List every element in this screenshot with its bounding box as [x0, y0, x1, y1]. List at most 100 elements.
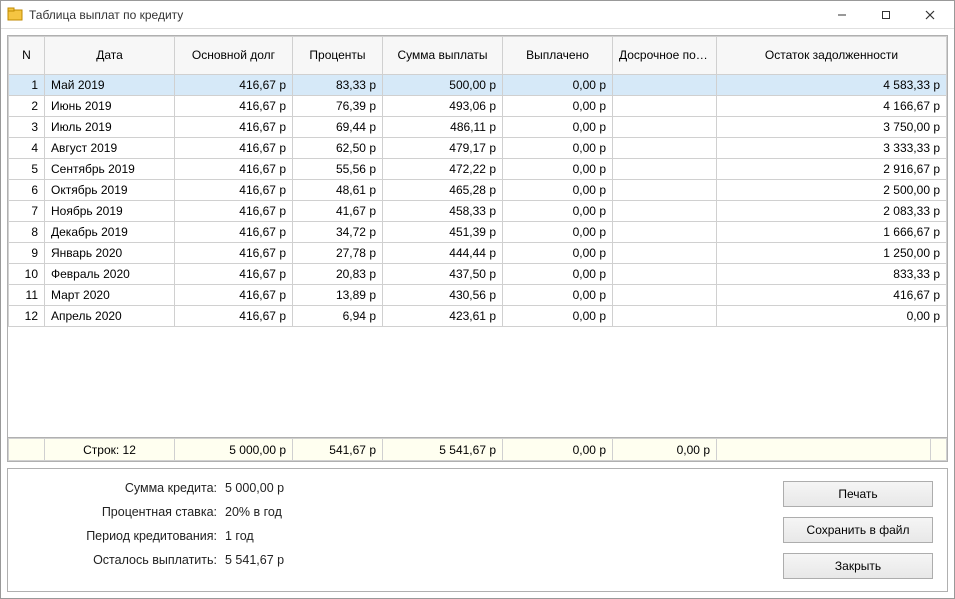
cell-payment: 437,50 р [383, 264, 503, 285]
cell-principal: 416,67 р [175, 201, 293, 222]
cell-principal: 416,67 р [175, 264, 293, 285]
col-interest[interactable]: Проценты [293, 37, 383, 75]
cell-n: 6 [9, 180, 45, 201]
cell-paid: 0,00 р [503, 180, 613, 201]
cell-n: 12 [9, 306, 45, 327]
cell-balance: 2 083,33 р [717, 201, 947, 222]
totals-paid: 0,00 р [503, 439, 613, 461]
close-dialog-button[interactable]: Закрыть [783, 553, 933, 579]
totals-row: Строк: 12 5 000,00 р 541,67 р 5 541,67 р… [9, 439, 947, 461]
window-buttons [820, 2, 952, 28]
cell-early [613, 306, 717, 327]
cell-payment: 479,17 р [383, 138, 503, 159]
cell-date: Март 2020 [45, 285, 175, 306]
cell-interest: 55,56 р [293, 159, 383, 180]
cell-principal: 416,67 р [175, 306, 293, 327]
cell-balance: 2 916,67 р [717, 159, 947, 180]
table-row[interactable]: 7Ноябрь 2019416,67 р41,67 р458,33 р0,00 … [9, 201, 947, 222]
amount-value: 5 000,00 р [225, 481, 763, 495]
cell-interest: 69,44 р [293, 117, 383, 138]
cell-n: 7 [9, 201, 45, 222]
col-early[interactable]: Досрочное погашение [613, 37, 717, 75]
col-balance[interactable]: Остаток задолженности [717, 37, 947, 75]
cell-principal: 416,67 р [175, 138, 293, 159]
cell-early [613, 180, 717, 201]
cell-date: Июль 2019 [45, 117, 175, 138]
table-row[interactable]: 12Апрель 2020416,67 р6,94 р423,61 р0,00 … [9, 306, 947, 327]
close-button[interactable] [908, 2, 952, 28]
cell-n: 5 [9, 159, 45, 180]
col-paid[interactable]: Выплачено [503, 37, 613, 75]
maximize-button[interactable] [864, 2, 908, 28]
cell-early [613, 75, 717, 96]
cell-n: 8 [9, 222, 45, 243]
cell-balance: 0,00 р [717, 306, 947, 327]
cell-n: 1 [9, 75, 45, 96]
cell-balance: 416,67 р [717, 285, 947, 306]
cell-balance: 1 666,67 р [717, 222, 947, 243]
cell-payment: 430,56 р [383, 285, 503, 306]
cell-principal: 416,67 р [175, 222, 293, 243]
table-row[interactable]: 1Май 2019416,67 р83,33 р500,00 р0,00 р4 … [9, 75, 947, 96]
payments-table: N Дата Основной долг Проценты Сумма выпл… [8, 36, 947, 327]
remaining-label: Осталось выплатить: [52, 553, 217, 567]
window-title: Таблица выплат по кредиту [29, 8, 820, 22]
cell-interest: 27,78 р [293, 243, 383, 264]
payments-grid: N Дата Основной долг Проценты Сумма выпл… [7, 35, 948, 462]
cell-balance: 1 250,00 р [717, 243, 947, 264]
summary-info: Сумма кредита: 5 000,00 р Процентная ста… [22, 481, 763, 567]
window: Таблица выплат по кредиту [0, 0, 955, 599]
cell-early [613, 138, 717, 159]
cell-principal: 416,67 р [175, 285, 293, 306]
cell-early [613, 243, 717, 264]
cell-payment: 451,39 р [383, 222, 503, 243]
cell-principal: 416,67 р [175, 117, 293, 138]
print-button[interactable]: Печать [783, 481, 933, 507]
cell-interest: 83,33 р [293, 75, 383, 96]
totals-rows: Строк: 12 [45, 439, 175, 461]
period-label: Период кредитования: [52, 529, 217, 543]
table-row[interactable]: 3Июль 2019416,67 р69,44 р486,11 р0,00 р3… [9, 117, 947, 138]
cell-paid: 0,00 р [503, 222, 613, 243]
table-row[interactable]: 5Сентябрь 2019416,67 р55,56 р472,22 р0,0… [9, 159, 947, 180]
cell-paid: 0,00 р [503, 264, 613, 285]
cell-early [613, 201, 717, 222]
cell-payment: 458,33 р [383, 201, 503, 222]
cell-n: 11 [9, 285, 45, 306]
cell-principal: 416,67 р [175, 75, 293, 96]
table-row[interactable]: 9Январь 2020416,67 р27,78 р444,44 р0,00 … [9, 243, 947, 264]
table-row[interactable]: 6Октябрь 2019416,67 р48,61 р465,28 р0,00… [9, 180, 947, 201]
cell-balance: 4 166,67 р [717, 96, 947, 117]
minimize-button[interactable] [820, 2, 864, 28]
cell-early [613, 96, 717, 117]
col-date[interactable]: Дата [45, 37, 175, 75]
remaining-value: 5 541,67 р [225, 553, 763, 567]
cell-paid: 0,00 р [503, 96, 613, 117]
save-button[interactable]: Сохранить в файл [783, 517, 933, 543]
cell-date: Октябрь 2019 [45, 180, 175, 201]
cell-payment: 423,61 р [383, 306, 503, 327]
cell-date: Январь 2020 [45, 243, 175, 264]
cell-paid: 0,00 р [503, 138, 613, 159]
table-row[interactable]: 8Декабрь 2019416,67 р34,72 р451,39 р0,00… [9, 222, 947, 243]
col-n[interactable]: N [9, 37, 45, 75]
table-row[interactable]: 4Август 2019416,67 р62,50 р479,17 р0,00 … [9, 138, 947, 159]
cell-payment: 500,00 р [383, 75, 503, 96]
cell-date: Апрель 2020 [45, 306, 175, 327]
cell-interest: 34,72 р [293, 222, 383, 243]
cell-date: Февраль 2020 [45, 264, 175, 285]
cell-early [613, 285, 717, 306]
summary-panel: Сумма кредита: 5 000,00 р Процентная ста… [7, 468, 948, 592]
col-payment[interactable]: Сумма выплаты [383, 37, 503, 75]
totals-balance [717, 439, 931, 461]
cell-balance: 4 583,33 р [717, 75, 947, 96]
totals-n [9, 439, 45, 461]
col-principal[interactable]: Основной долг [175, 37, 293, 75]
table-row[interactable]: 10Февраль 2020416,67 р20,83 р437,50 р0,0… [9, 264, 947, 285]
grid-scroll[interactable]: N Дата Основной долг Проценты Сумма выпл… [8, 36, 947, 437]
cell-early [613, 264, 717, 285]
cell-n: 2 [9, 96, 45, 117]
table-row[interactable]: 2Июнь 2019416,67 р76,39 р493,06 р0,00 р4… [9, 96, 947, 117]
table-row[interactable]: 11Март 2020416,67 р13,89 р430,56 р0,00 р… [9, 285, 947, 306]
cell-date: Сентябрь 2019 [45, 159, 175, 180]
